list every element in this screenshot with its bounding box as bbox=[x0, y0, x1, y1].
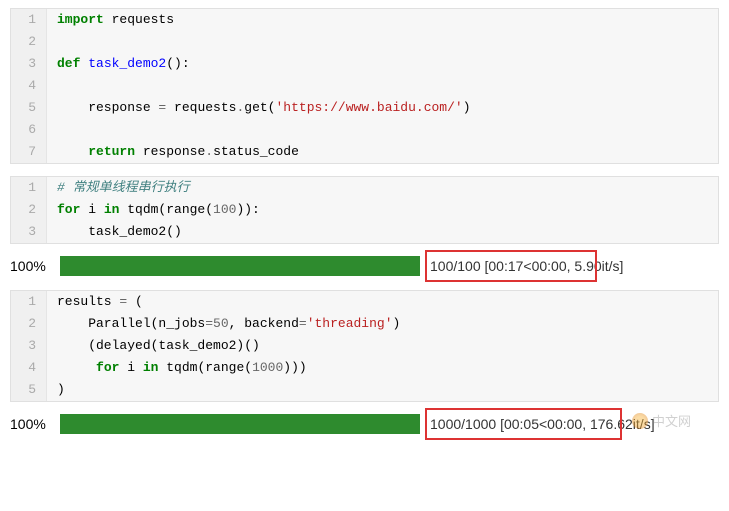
progress-row-1: 100% 100/100 [00:17<00:00, 5.90it/s] bbox=[10, 256, 719, 276]
progress-bar-fill bbox=[60, 256, 420, 276]
code-line: 3 (delayed(task_demo2)() bbox=[11, 335, 718, 357]
line-number: 2 bbox=[11, 313, 47, 335]
code-line: 2 Parallel(n_jobs=50, backend='threading… bbox=[11, 313, 718, 335]
line-number: 4 bbox=[11, 357, 47, 379]
line-number: 1 bbox=[11, 9, 47, 31]
line-number: 4 bbox=[11, 75, 47, 97]
line-number: 7 bbox=[11, 141, 47, 163]
progress-text: 1000/1000 [00:05<00:00, 176.62it/s] bbox=[430, 416, 655, 432]
code-content: # 常规单线程串行执行 bbox=[47, 177, 718, 199]
progress-text: 100/100 [00:17<00:00, 5.90it/s] bbox=[430, 258, 623, 274]
progress-bar bbox=[60, 256, 420, 276]
progress-row-2: 100% 1000/1000 [00:05<00:00, 176.62it/s]… bbox=[10, 414, 719, 434]
code-line: 4 bbox=[11, 75, 718, 97]
line-number: 2 bbox=[11, 199, 47, 221]
line-number: 5 bbox=[11, 97, 47, 119]
code-block-3: 1results = (2 Parallel(n_jobs=50, backen… bbox=[10, 290, 719, 402]
code-content bbox=[47, 31, 718, 53]
code-content: Parallel(n_jobs=50, backend='threading') bbox=[47, 313, 718, 335]
line-number: 5 bbox=[11, 379, 47, 401]
code-line: 3def task_demo2(): bbox=[11, 53, 718, 75]
code-content: ) bbox=[47, 379, 718, 401]
code-content bbox=[47, 119, 718, 141]
code-content: results = ( bbox=[47, 291, 718, 313]
line-number: 2 bbox=[11, 31, 47, 53]
code-line: 1# 常规单线程串行执行 bbox=[11, 177, 718, 199]
code-content: def task_demo2(): bbox=[47, 53, 718, 75]
code-content bbox=[47, 75, 718, 97]
progress-percent: 100% bbox=[10, 258, 60, 274]
code-content: return response.status_code bbox=[47, 141, 718, 163]
line-number: 1 bbox=[11, 291, 47, 313]
line-number: 6 bbox=[11, 119, 47, 141]
code-block-1: 1import requests23def task_demo2():45 re… bbox=[10, 8, 719, 164]
watermark-text: 中文网 bbox=[652, 411, 691, 430]
progress-bar-fill bbox=[60, 414, 420, 434]
code-line: 5) bbox=[11, 379, 718, 401]
code-line: 2 bbox=[11, 31, 718, 53]
code-line: 1results = ( bbox=[11, 291, 718, 313]
code-line: 5 response = requests.get('https://www.b… bbox=[11, 97, 718, 119]
code-content: for i in tqdm(range(100)): bbox=[47, 199, 718, 221]
code-content: import requests bbox=[47, 9, 718, 31]
progress-percent: 100% bbox=[10, 416, 60, 432]
code-line: 1import requests bbox=[11, 9, 718, 31]
code-line: 6 bbox=[11, 119, 718, 141]
code-line: 2for i in tqdm(range(100)): bbox=[11, 199, 718, 221]
progress-bar bbox=[60, 414, 420, 434]
code-content: task_demo2() bbox=[47, 221, 718, 243]
code-line: 3 task_demo2() bbox=[11, 221, 718, 243]
line-number: 3 bbox=[11, 53, 47, 75]
line-number: 3 bbox=[11, 335, 47, 357]
code-line: 7 return response.status_code bbox=[11, 141, 718, 163]
line-number: 1 bbox=[11, 177, 47, 199]
code-block-2: 1# 常规单线程串行执行2for i in tqdm(range(100)):3… bbox=[10, 176, 719, 244]
code-line: 4 for i in tqdm(range(1000))) bbox=[11, 357, 718, 379]
code-content: for i in tqdm(range(1000))) bbox=[47, 357, 718, 379]
code-content: (delayed(task_demo2)() bbox=[47, 335, 718, 357]
line-number: 3 bbox=[11, 221, 47, 243]
code-content: response = requests.get('https://www.bai… bbox=[47, 97, 718, 119]
